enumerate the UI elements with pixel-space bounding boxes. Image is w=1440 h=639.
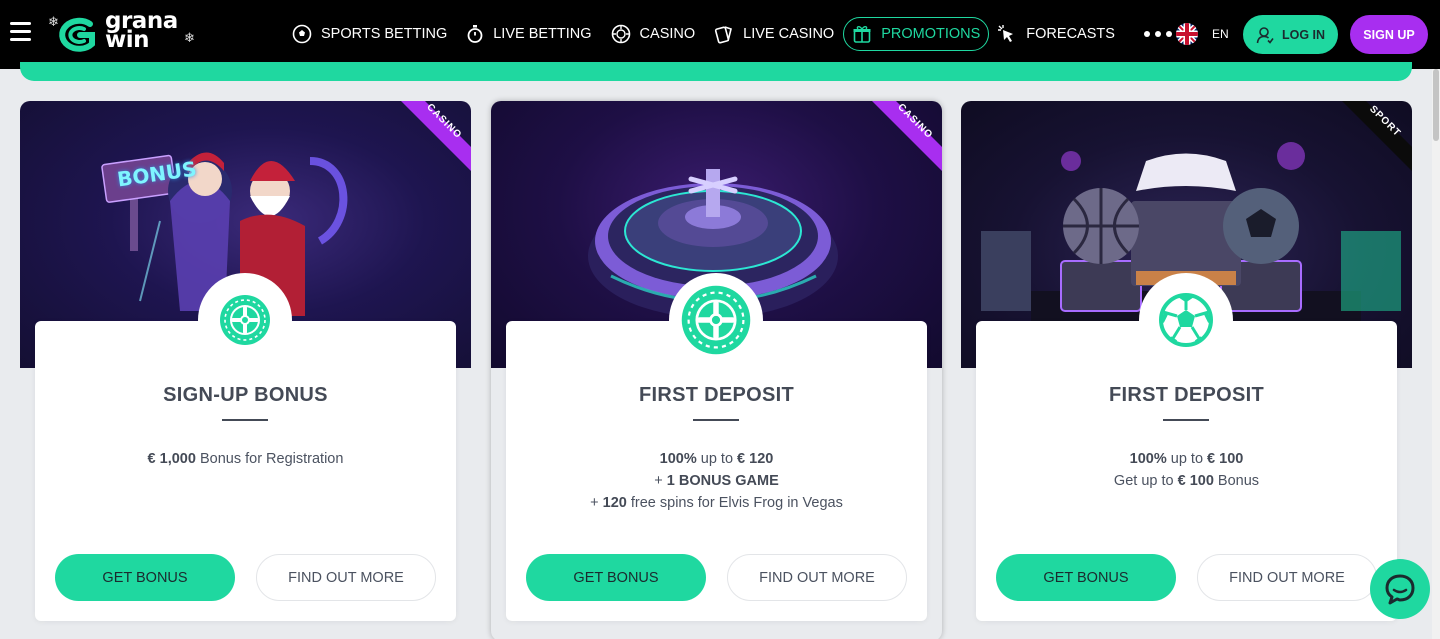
bonus-percent: 100% xyxy=(1129,451,1167,467)
scrollbar-thumb[interactable] xyxy=(1433,69,1439,141)
logo[interactable]: grana win ❄ ❄ xyxy=(48,10,198,56)
more-menu-icon[interactable] xyxy=(1143,31,1172,37)
promo-line-1: 100% up to € 100 xyxy=(961,448,1412,470)
badge-circle xyxy=(198,273,292,367)
category-ribbon: CASINO xyxy=(401,101,471,171)
nav-forecasts[interactable]: FORECASTS xyxy=(997,17,1115,51)
badge-circle xyxy=(669,273,763,367)
promo-banner-strip xyxy=(20,62,1412,81)
nav-sports-betting[interactable]: SPORTS BETTING xyxy=(292,17,447,51)
get-bonus-button[interactable]: GET BONUS xyxy=(526,554,706,601)
cards-icon xyxy=(715,26,733,44)
nav-promotions[interactable]: PROMOTIONS xyxy=(843,17,990,51)
bonus-suffix: Bonus xyxy=(1213,473,1260,489)
badge-circle xyxy=(1139,273,1233,367)
nav-label: LIVE CASINO xyxy=(743,26,835,42)
live-chat-button[interactable] xyxy=(1370,559,1430,619)
nav-label: PROMOTIONS xyxy=(881,26,981,42)
signup-label: SIGN UP xyxy=(1363,27,1415,42)
title-divider xyxy=(222,419,268,421)
nav-label: LIVE BETTING xyxy=(493,26,592,42)
logo-text: grana win xyxy=(105,10,178,52)
bonus-text: Bonus for Registration xyxy=(195,451,344,467)
login-button[interactable]: LOG IN xyxy=(1243,15,1338,54)
promo-description: € 1,000 Bonus for Registration xyxy=(20,448,471,470)
promo-card-sport-first-deposit: SPORT FIRST DEPOSIT 100% up to € 100 Get… xyxy=(961,101,1412,639)
promo-card-signup-bonus: BONUS CASINO SIGN-UP BONUS € 1,000 Bonus… xyxy=(20,101,471,639)
promo-title: FIRST DEPOSIT xyxy=(1108,384,1265,406)
language-label: EN xyxy=(1212,27,1229,41)
bonus-amount: € 100 xyxy=(1177,473,1214,489)
logo-mark-icon xyxy=(59,17,95,52)
top-header: grana win ❄ ❄ SPORTS BETTING LIVE BETTIN… xyxy=(0,0,1440,69)
uk-flag-icon xyxy=(1176,23,1198,45)
bonus-amount: € 120 xyxy=(737,451,774,467)
page-scrollbar[interactable] xyxy=(1432,69,1440,639)
promo-description: 100% up to € 120 + 1 BONUS GAME + 120 fr… xyxy=(491,448,942,514)
nav-live-casino[interactable]: LIVE CASINO xyxy=(714,17,834,51)
casino-chip-icon xyxy=(611,24,630,44)
snowflake-icon: ❄ xyxy=(184,30,195,45)
find-out-more-button[interactable]: FIND OUT MORE xyxy=(727,554,907,601)
gift-icon xyxy=(853,26,871,43)
nav-label: SPORTS BETTING xyxy=(321,26,448,42)
main-nav: SPORTS BETTING LIVE BETTING CASINO LIVE … xyxy=(292,17,1172,51)
nav-casino[interactable]: CASINO xyxy=(611,17,696,51)
user-icon xyxy=(1256,26,1274,44)
bonus-text: up to xyxy=(1166,451,1208,467)
snowflake-icon: ❄ xyxy=(48,14,59,29)
nav-live-betting[interactable]: LIVE BETTING xyxy=(466,17,592,51)
nav-label: CASINO xyxy=(639,26,696,42)
bonus-prefix: + xyxy=(654,473,667,489)
promo-line-3: + 120 free spins for Elvis Frog in Vegas xyxy=(491,492,942,514)
title-divider xyxy=(693,419,739,421)
signup-button[interactable]: SIGN UP xyxy=(1350,15,1428,54)
find-out-more-button[interactable]: FIND OUT MORE xyxy=(256,554,436,601)
promo-description: 100% up to € 100 Get up to € 100 Bonus xyxy=(961,448,1412,492)
get-bonus-button[interactable]: GET BONUS xyxy=(55,554,235,601)
soccer-ball-icon xyxy=(1159,293,1213,347)
category-ribbon: CASINO xyxy=(872,101,942,171)
promo-line-2: Get up to € 100 Bonus xyxy=(961,470,1412,492)
chat-bubble-icon xyxy=(1385,574,1415,605)
bonus-game: 1 BONUS GAME xyxy=(666,473,779,489)
promo-title: FIRST DEPOSIT xyxy=(638,384,795,406)
roulette-icon xyxy=(220,295,270,345)
bonus-amount: € 100 xyxy=(1207,451,1244,467)
football-icon xyxy=(292,24,312,44)
promo-line-1: 100% up to € 120 xyxy=(491,448,942,470)
promo-line-2: + 1 BONUS GAME xyxy=(491,470,942,492)
roulette-icon xyxy=(681,285,751,355)
cursor-click-icon xyxy=(998,25,1014,42)
bonus-percent: 100% xyxy=(659,451,697,467)
promo-title: SIGN-UP BONUS xyxy=(163,384,328,406)
category-ribbon: SPORT xyxy=(1342,101,1412,171)
login-label: LOG IN xyxy=(1281,27,1326,42)
title-divider xyxy=(1163,419,1209,421)
menu-icon[interactable] xyxy=(10,22,31,42)
free-spins-text: free spins for Elvis Frog in Vegas xyxy=(626,495,843,511)
bonus-prefix: + xyxy=(590,495,603,511)
promo-line-1: € 1,000 Bonus for Registration xyxy=(20,448,471,470)
bonus-amount: € 1,000 xyxy=(147,451,196,467)
find-out-more-button[interactable]: FIND OUT MORE xyxy=(1197,554,1377,601)
language-selector[interactable]: EN xyxy=(1176,23,1229,45)
get-bonus-button[interactable]: GET BONUS xyxy=(996,554,1176,601)
bonus-text: Get up to xyxy=(1113,473,1178,489)
free-spins-count: 120 xyxy=(602,495,627,511)
promo-card-casino-first-deposit: CASINO FIRST DEPOSIT 100% up to € 120 + … xyxy=(491,101,942,639)
stopwatch-icon xyxy=(467,25,483,43)
nav-label: FORECASTS xyxy=(1026,26,1115,42)
bonus-text: up to xyxy=(696,451,738,467)
